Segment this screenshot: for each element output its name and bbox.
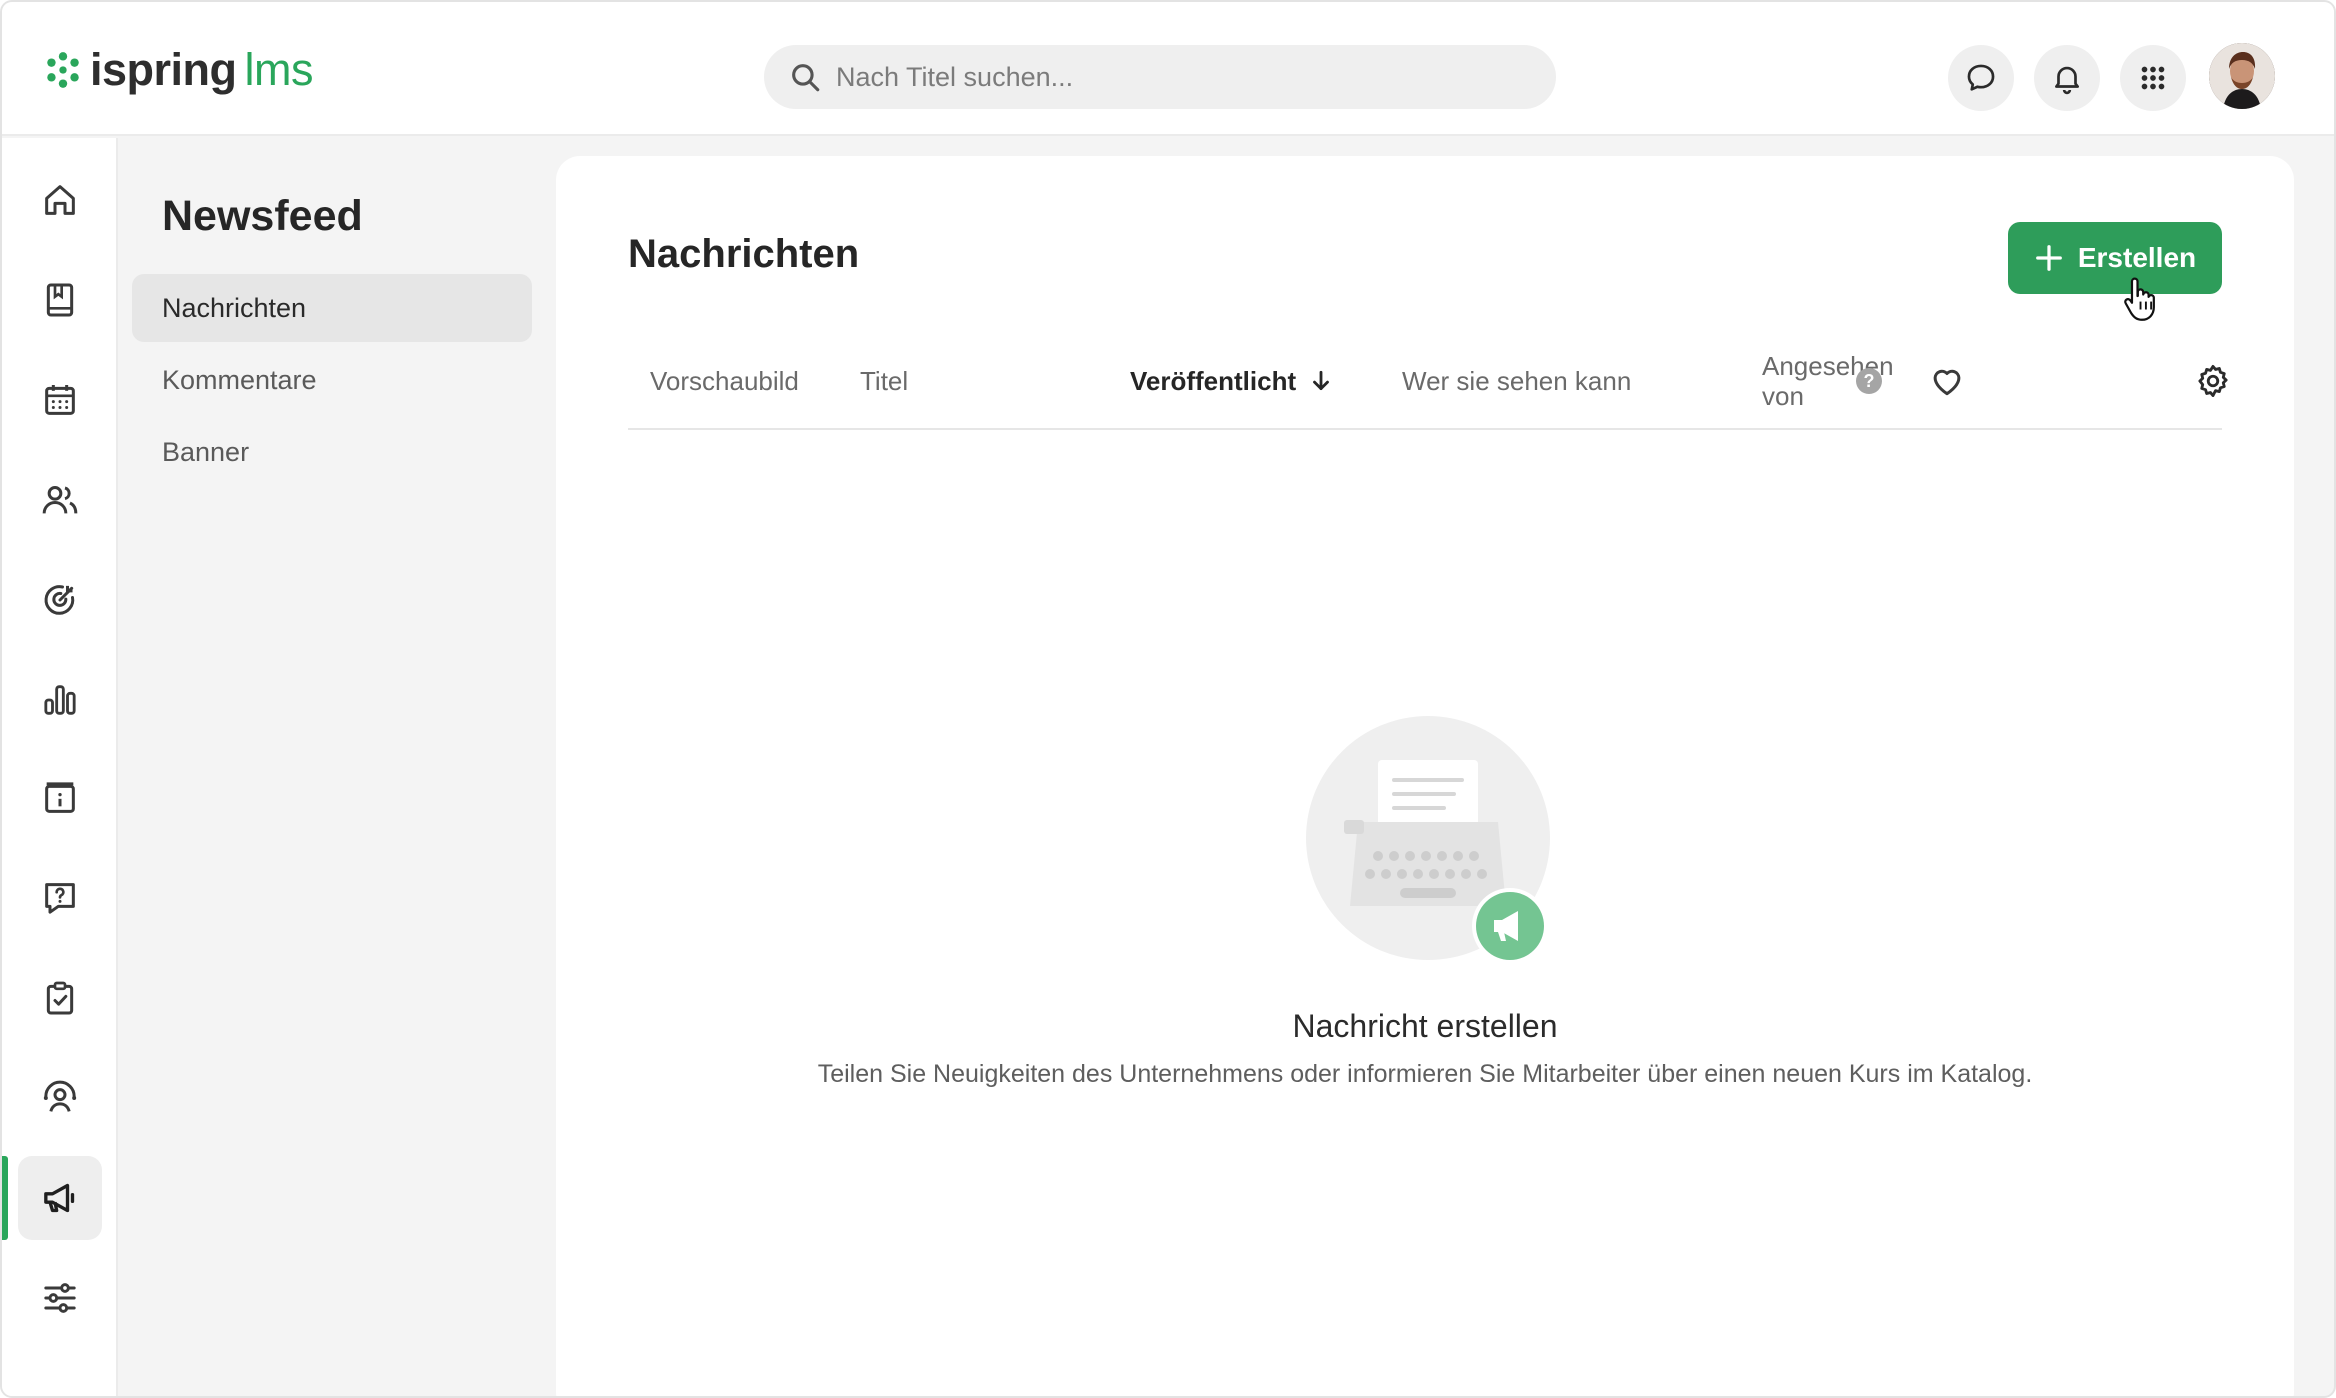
create-button-label: Erstellen bbox=[2077, 242, 2197, 273]
active-indicator bbox=[2, 1156, 8, 1240]
nav-users[interactable] bbox=[18, 458, 102, 542]
nav-goals[interactable] bbox=[18, 558, 102, 642]
nav-tasks[interactable] bbox=[18, 956, 102, 1040]
nav-info-board[interactable] bbox=[18, 756, 102, 840]
typewriter-illustration-icon bbox=[1306, 716, 1550, 964]
search-icon bbox=[792, 64, 820, 92]
empty-state-description: Teilen Sie Neuigkeiten des Unternehmens … bbox=[817, 1060, 2033, 1088]
apps-grid-icon bbox=[2141, 66, 2165, 90]
column-published-label: Veröffentlicht bbox=[1130, 365, 1297, 396]
nav-courses[interactable] bbox=[18, 258, 102, 342]
top-bar: ispring lms bbox=[2, 2, 2334, 136]
bell-icon bbox=[2055, 66, 2079, 95]
nav-home[interactable] bbox=[18, 158, 102, 242]
nav-settings[interactable] bbox=[18, 1256, 102, 1340]
target-icon bbox=[44, 585, 75, 615]
nav-newsfeed[interactable] bbox=[18, 1156, 102, 1240]
arrow-down-icon bbox=[1313, 370, 1330, 390]
nav-calendar[interactable] bbox=[18, 358, 102, 442]
user-avatar[interactable] bbox=[2209, 43, 2275, 109]
logo-primary: ispring bbox=[90, 44, 237, 95]
chat-icon bbox=[1967, 64, 1995, 91]
table-header: Vorschaubild Titel Veröffentlicht Wer si… bbox=[628, 334, 2228, 430]
column-published[interactable]: Veröffentlicht bbox=[1130, 334, 1334, 428]
bar-chart-icon bbox=[44, 685, 76, 715]
notifications-button[interactable] bbox=[2034, 45, 2100, 111]
chat-button[interactable] bbox=[1948, 45, 2014, 111]
gear-icon[interactable] bbox=[2194, 362, 2232, 400]
sidebar-item-banner[interactable]: Banner bbox=[132, 418, 532, 486]
sidebar-item-nachrichten[interactable]: Nachrichten bbox=[132, 274, 532, 342]
book-icon bbox=[46, 283, 74, 317]
create-button[interactable]: Erstellen bbox=[2008, 222, 2222, 294]
newsfeed-sidebar: Newsfeed Nachrichten Kommentare Banner bbox=[118, 138, 554, 1396]
hand-cursor-icon bbox=[2124, 277, 2155, 321]
ispring-logo-icon bbox=[47, 52, 79, 88]
logo-secondary: lms bbox=[244, 44, 314, 95]
logo-text: ispring lms bbox=[90, 44, 314, 96]
plus-icon bbox=[2035, 245, 2062, 271]
column-audience[interactable]: Wer sie sehen kann bbox=[1402, 334, 1631, 428]
sidebar-item-kommentare[interactable]: Kommentare bbox=[132, 346, 532, 414]
question-chat-icon bbox=[45, 883, 75, 914]
column-title[interactable]: Titel bbox=[860, 334, 908, 428]
help-icon[interactable]: ? bbox=[1856, 368, 1882, 394]
apps-button[interactable] bbox=[2120, 45, 2186, 111]
avatar-image-icon bbox=[2209, 43, 2275, 109]
settings-sliders-icon bbox=[44, 1283, 76, 1313]
user-support-icon bbox=[43, 1080, 77, 1112]
search-bar[interactable] bbox=[764, 45, 1556, 109]
column-preview[interactable]: Vorschaubild bbox=[650, 334, 799, 428]
info-board-icon bbox=[45, 782, 75, 813]
nav-support[interactable] bbox=[18, 1056, 102, 1140]
page-title: Nachrichten bbox=[628, 232, 860, 276]
heart-icon[interactable] bbox=[1928, 362, 1966, 400]
clipboard-check-icon bbox=[46, 981, 74, 1015]
logo[interactable]: ispring lms bbox=[42, 44, 314, 96]
nav-reports[interactable] bbox=[18, 658, 102, 742]
column-viewed-line2: von bbox=[1762, 381, 1804, 411]
app-window: ispring lms Nach Titel suchen... Newsfee… bbox=[0, 0, 2336, 1398]
users-icon bbox=[42, 486, 78, 514]
main-nav-rail bbox=[2, 138, 118, 1396]
megaphone-icon bbox=[44, 1183, 75, 1213]
empty-state-title: Nachricht erstellen bbox=[1292, 1008, 1558, 1044]
main-content-card: Nachrichten Erstellen Vorschaubild Titel… bbox=[556, 156, 2294, 1396]
calendar-icon bbox=[45, 385, 75, 415]
nav-questions[interactable] bbox=[18, 856, 102, 940]
search-input[interactable] bbox=[836, 61, 1516, 93]
home-icon bbox=[45, 185, 75, 215]
sidebar-title: Newsfeed bbox=[162, 192, 363, 240]
